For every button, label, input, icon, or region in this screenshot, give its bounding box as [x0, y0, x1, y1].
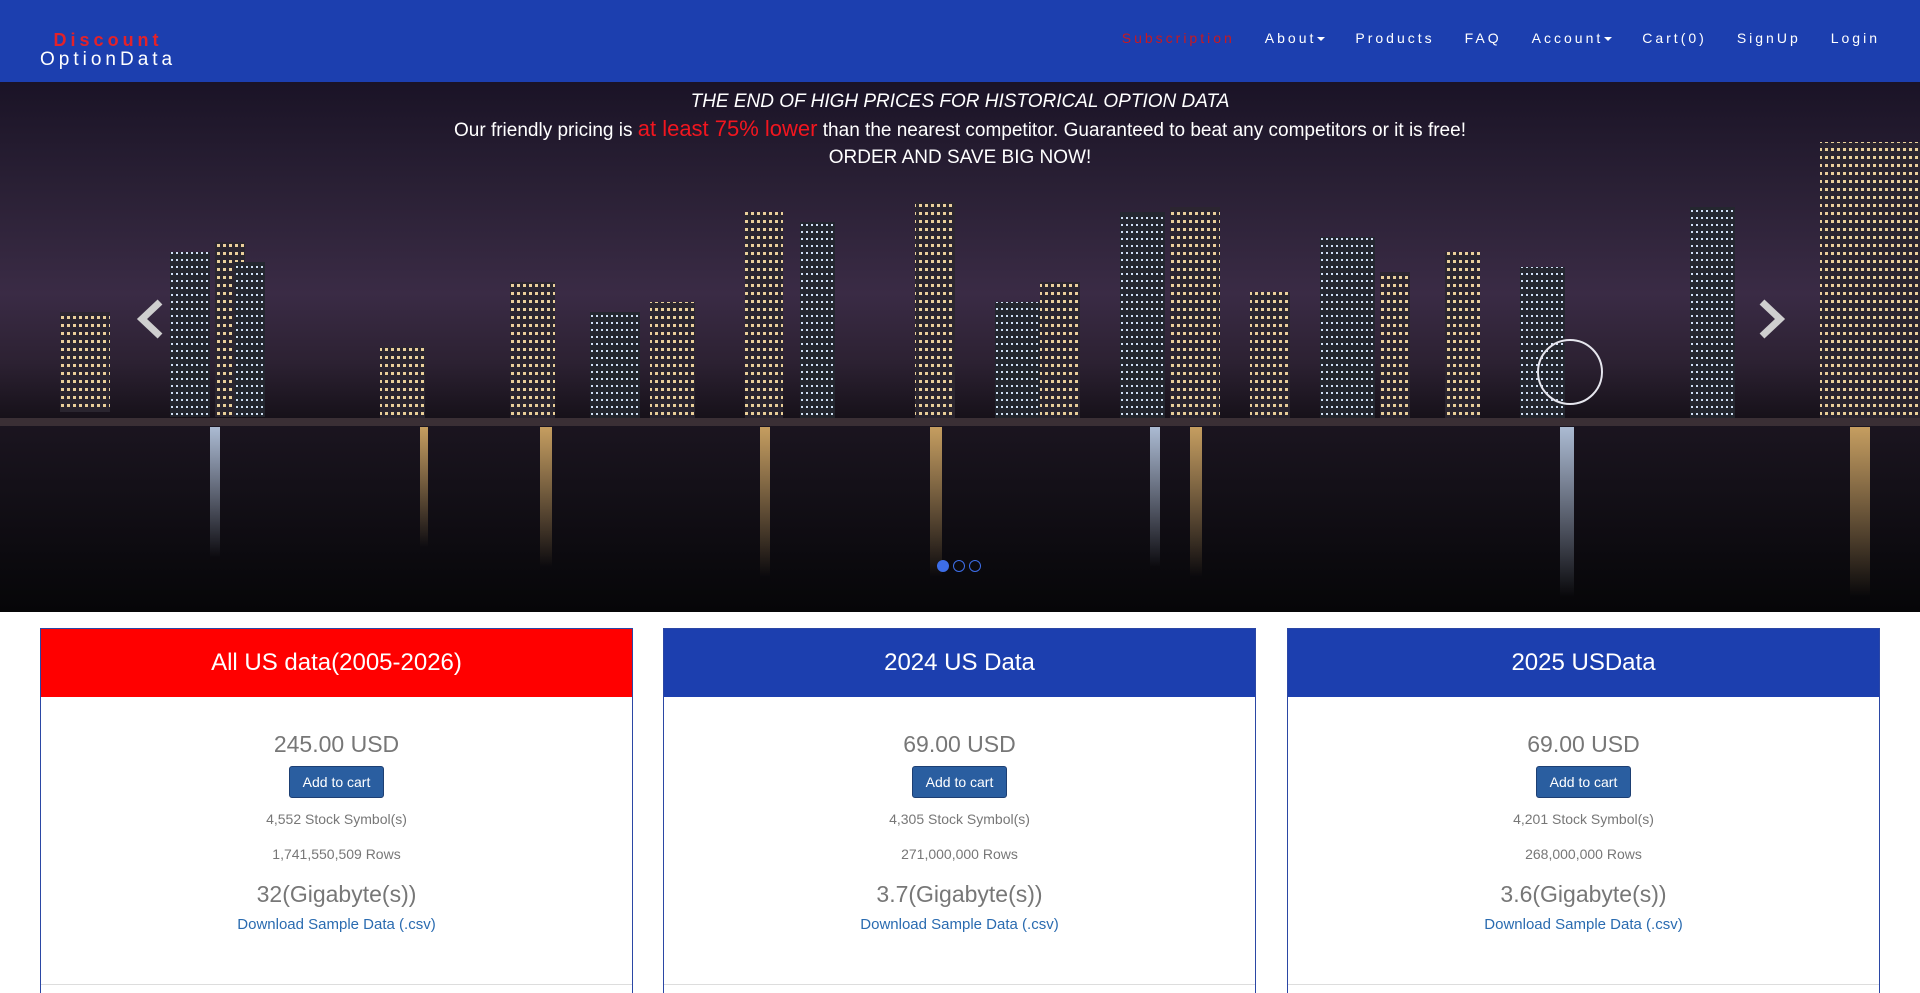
hero-pricing: Our friendly pricing is at least 75% low…: [0, 115, 1920, 144]
caret-down-icon: [1604, 37, 1613, 42]
nav-item-label: Account: [1531, 30, 1604, 46]
hero-headline: THE END OF HIGH PRICES FOR HISTORICAL OP…: [690, 91, 1230, 112]
card-symbols: 4,552 Stock Symbol(s): [266, 811, 407, 827]
card-title: 2024 US Data: [664, 629, 1255, 697]
card-title: 2025 USData: [1288, 629, 1879, 697]
carousel-next-button[interactable]: [1752, 294, 1792, 344]
card-price: 245.00 USD: [273, 731, 400, 757]
brand-logo[interactable]: Discount OptionData: [40, 30, 176, 70]
add-to-cart-button[interactable]: Add to cart: [911, 766, 1008, 798]
add-to-cart-button[interactable]: Add to cart: [288, 766, 385, 798]
carousel-prev-button[interactable]: [130, 294, 170, 344]
hero-pricing-highlight: at least 75% lower: [637, 116, 818, 141]
hero-caption: THE END OF HIGH PRICES FOR HISTORICAL OP…: [0, 88, 1920, 171]
card-symbols: 4,305 Stock Symbol(s): [889, 811, 1030, 827]
nav-item-products[interactable]: Products: [1355, 30, 1434, 46]
carousel-indicators: [937, 560, 981, 572]
nav-item-account[interactable]: Account: [1532, 30, 1613, 46]
card-divider: [41, 984, 632, 985]
nav-item-label: Login: [1830, 30, 1880, 46]
card-rows: 268,000,000 Rows: [1525, 846, 1642, 862]
nav-item-label: FAQ: [1464, 30, 1502, 46]
nav-menu: Subscription About Products FAQ Account …: [1122, 30, 1880, 46]
chevron-right-icon: [1759, 299, 1786, 339]
carousel-dot-3[interactable]: [969, 560, 981, 572]
brand-line1: Discount: [53, 30, 163, 50]
carousel-dot-1[interactable]: [937, 560, 949, 572]
download-sample-link[interactable]: Download Sample Data (.csv): [1484, 916, 1682, 933]
nav-item-label: Products: [1355, 30, 1435, 46]
card-price: 69.00 USD: [1527, 731, 1640, 757]
chevron-left-icon: [136, 299, 163, 339]
caret-down-icon: [1317, 37, 1326, 42]
hero-pricing-prefix: Our friendly pricing is: [454, 120, 633, 141]
card-price: 69.00 USD: [903, 731, 1016, 757]
nav-item-label: About: [1264, 30, 1317, 46]
download-sample-link[interactable]: Download Sample Data (.csv): [237, 916, 435, 933]
navbar: Discount OptionData Subscription About P…: [0, 0, 1920, 82]
download-sample-link[interactable]: Download Sample Data (.csv): [860, 916, 1058, 933]
product-card-2024: 2024 US Data 69.00 USD Add to cart 4,305…: [663, 628, 1256, 993]
nav-item-about[interactable]: About: [1265, 30, 1326, 46]
card-size: 32(Gigabyte(s)): [256, 881, 417, 907]
nav-item-subscription[interactable]: Subscription: [1122, 30, 1235, 46]
nav-item-faq[interactable]: FAQ: [1465, 30, 1502, 46]
nav-item-login[interactable]: Login: [1831, 30, 1880, 46]
card-symbols: 4,201 Stock Symbol(s): [1513, 811, 1654, 827]
card-rows: 1,741,550,509 Rows: [272, 846, 401, 862]
carousel-dot-2[interactable]: [953, 560, 965, 572]
nav-item-signup[interactable]: SignUp: [1737, 30, 1801, 46]
card-size: 3.6(Gigabyte(s)): [1500, 881, 1667, 907]
product-card-2025: 2025 USData 69.00 USD Add to cart 4,201 …: [1287, 628, 1880, 993]
add-to-cart-button[interactable]: Add to cart: [1535, 766, 1632, 798]
hero-carousel: THE END OF HIGH PRICES FOR HISTORICAL OP…: [0, 82, 1920, 612]
hero-cta: ORDER AND SAVE BIG NOW!: [828, 147, 1092, 168]
card-divider: [664, 984, 1255, 985]
card-rows: 271,000,000 Rows: [901, 846, 1018, 862]
card-size: 3.7(Gigabyte(s)): [876, 881, 1043, 907]
nav-item-cart[interactable]: Cart(0): [1642, 30, 1707, 46]
nav-item-label: SignUp: [1736, 30, 1801, 46]
hero-pricing-suffix: than the nearest competitor. Guaranteed …: [822, 120, 1466, 141]
card-title: All US data(2005-2026): [41, 629, 632, 697]
product-card-all-us: All US data(2005-2026) 245.00 USD Add to…: [40, 628, 633, 993]
card-divider: [1288, 984, 1879, 985]
brand-line2: OptionData: [40, 49, 177, 70]
nav-item-label: Cart(0): [1642, 30, 1707, 46]
nav-item-label: Subscription: [1121, 30, 1235, 46]
